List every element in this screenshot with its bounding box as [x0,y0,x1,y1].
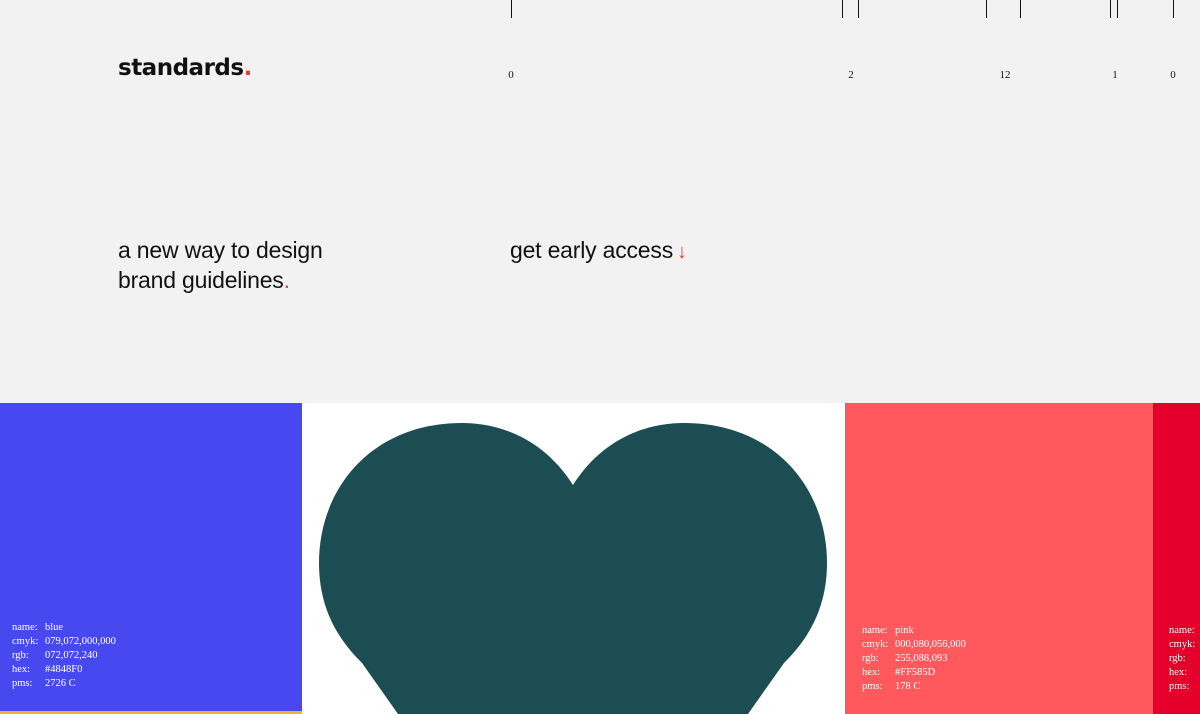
spec-key: pms: [862,681,883,692]
spec-key: hex: [1169,667,1188,678]
spec-key: rgb: [862,653,879,664]
arrow-down-icon: ↓ [677,241,687,263]
ruler-tick [842,0,843,18]
tagline-line-2: brand guidelines [118,267,284,293]
ruler-tick [986,0,987,18]
swatch-specs: name: pink cmyk: 000,080,056,000 rgb: 255,0… [862,624,966,694]
spec-key: cmyk: [12,636,39,647]
get-early-access-link[interactable]: get early access ↓ [510,235,687,267]
spec-hex: #4848F0 [45,664,83,675]
tagline-dot: . [283,267,290,293]
color-swatches: name: blue cmyk: 079,072,000,000 rgb: 072,0… [0,403,1200,714]
spec-key: name: [1169,625,1195,636]
swatch-red[interactable]: name: cmyk: rgb: hex: pms: [1153,403,1200,714]
spec-cmyk: 079,072,000,000 [45,636,116,647]
swatch-blue[interactable]: name: blue cmyk: 079,072,000,000 rgb: 072,0… [0,403,302,714]
spec-name: pink [895,625,914,636]
spec-name: blue [45,622,64,633]
spec-pms: 178 C [895,681,921,692]
spec-key: hex: [862,667,881,678]
spec-key: cmyk: [862,639,889,650]
spec-pms: 2726 C [45,678,76,689]
ruler-label: 2 [848,69,854,81]
spec-key: rgb: [1169,653,1186,664]
spec-key: rgb: [12,650,29,661]
spec-key: pms: [1169,681,1190,692]
swatch-heart[interactable] [302,403,845,714]
spec-cmyk: 000,080,056,000 [895,639,966,650]
spec-key: cmyk: [1169,639,1196,650]
ruler-tick [858,0,859,18]
spec-hex: #FF585D [895,667,936,678]
tagline-line-1: a new way to design [118,237,323,263]
ruler-label: 0 [1170,69,1176,81]
spec-key: name: [862,625,888,636]
spec-key: name: [12,622,38,633]
swatch-specs: name: cmyk: rgb: hex: pms: [1169,624,1195,694]
ruler-tick [1110,0,1111,18]
cta-label: get early access [510,237,673,263]
hero-tagline: a new way to design brand guidelines. [118,235,323,295]
ruler-label: 1 [1112,69,1118,81]
spec-key: hex: [12,664,31,675]
swatch-specs: name: blue cmyk: 079,072,000,000 rgb: 072,0… [12,621,116,691]
swatch-pink[interactable]: name: pink cmyk: 000,080,056,000 rgb: 255,0… [845,403,1153,714]
spec-rgb: 255,088,093 [895,653,948,664]
spec-rgb: 072,072,240 [45,650,98,661]
ruler-tick [511,0,512,18]
ruler-tick [1020,0,1021,18]
ruler-tick [1173,0,1174,18]
heart-icon [319,423,827,714]
ruler-tick [1117,0,1118,18]
ruler-label: 0 [508,69,514,81]
ruler: 0 2 12 1 0 [0,0,1200,90]
ruler-label: 12 [999,69,1011,81]
spec-key: pms: [12,678,33,689]
